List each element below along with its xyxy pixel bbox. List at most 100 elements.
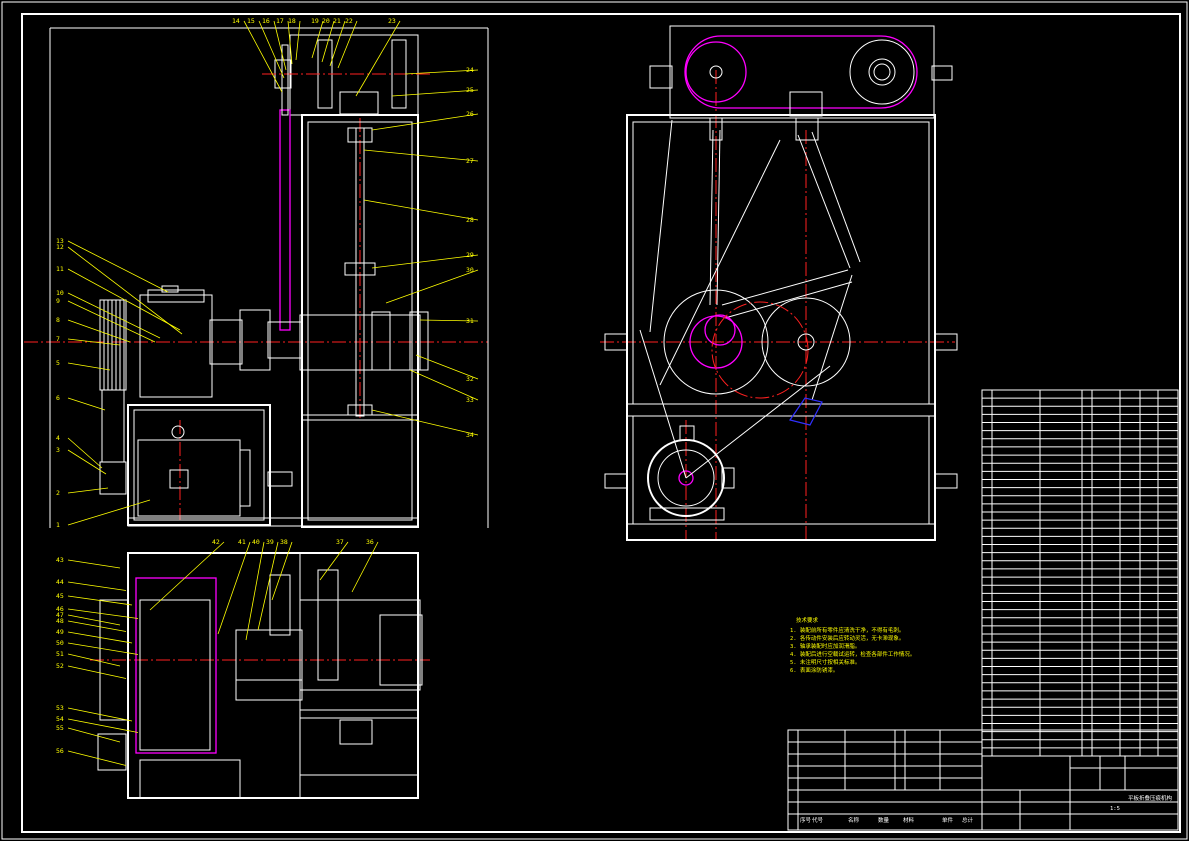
callout-number-4: 4 bbox=[56, 434, 60, 442]
notes-title: 技术要求 bbox=[796, 616, 819, 624]
callout-number-32: 32 bbox=[466, 375, 474, 383]
callout-number-29: 29 bbox=[466, 251, 474, 259]
callout-leader bbox=[271, 541, 293, 601]
callout-leader bbox=[295, 20, 301, 61]
callout-number-8: 8 bbox=[56, 316, 60, 324]
callout-number-22: 22 bbox=[345, 17, 353, 25]
callout-number-51: 51 bbox=[56, 650, 64, 658]
callout-number-26: 26 bbox=[466, 110, 474, 118]
callout-leader bbox=[67, 727, 121, 743]
callout-leader bbox=[67, 750, 127, 766]
callout-number-56: 56 bbox=[56, 747, 64, 755]
callout-number-55: 55 bbox=[56, 724, 64, 732]
callout-number-5: 5 bbox=[56, 359, 60, 367]
callout-number-39: 39 bbox=[266, 538, 274, 546]
callout-number-44: 44 bbox=[56, 578, 64, 586]
callout-number-53: 53 bbox=[56, 704, 64, 712]
callout-leader bbox=[67, 559, 121, 569]
callout-number-45: 45 bbox=[56, 592, 64, 600]
callout-number-23: 23 bbox=[388, 17, 396, 25]
callout-number-21: 21 bbox=[333, 17, 341, 25]
technical-notes: 技术要求 1. 装配前所有零件应清洗干净，不得有毛刺。 2. 各传动件安装后应转… bbox=[790, 616, 915, 674]
callout-number-7: 7 bbox=[56, 335, 60, 343]
notes-line: 2. 各传动件安装后应转动灵活，无卡滞现象。 bbox=[790, 634, 904, 642]
callout-leader bbox=[319, 541, 349, 581]
callout-number-10: 10 bbox=[56, 289, 64, 297]
callout-leader bbox=[363, 199, 479, 221]
title-header-total: 总计 bbox=[962, 816, 974, 824]
parts-list-table bbox=[981, 389, 1179, 757]
callout-number-9: 9 bbox=[56, 297, 60, 305]
callout-number-6: 6 bbox=[56, 394, 60, 402]
callout-number-31: 31 bbox=[466, 317, 474, 325]
callout-number-33: 33 bbox=[466, 396, 474, 404]
callout-number-24: 24 bbox=[466, 66, 474, 74]
callout-number-11: 11 bbox=[56, 265, 64, 273]
title-header-qty: 数量 bbox=[878, 816, 890, 824]
callout-number-27: 27 bbox=[466, 157, 474, 165]
front-view bbox=[24, 27, 489, 528]
callout-leader bbox=[67, 620, 127, 632]
title-header-seq: 序号 bbox=[800, 816, 812, 824]
callout-leader bbox=[67, 487, 109, 494]
callout-number-36: 36 bbox=[366, 538, 374, 546]
callout-leader bbox=[67, 240, 169, 293]
notes-line: 1. 装配前所有零件应清洗干净，不得有毛刺。 bbox=[790, 626, 904, 634]
callout-number-54: 54 bbox=[56, 715, 64, 723]
callout-leader bbox=[257, 541, 279, 631]
callout-number-16: 16 bbox=[262, 17, 270, 25]
callout-number-25: 25 bbox=[466, 86, 474, 94]
plan-view bbox=[90, 552, 430, 799]
drawing-name: 平板折叠压痕机构 bbox=[1128, 794, 1173, 802]
callout-leader bbox=[355, 20, 401, 97]
callout-leader bbox=[67, 319, 131, 343]
callout-number-1: 1 bbox=[56, 521, 60, 529]
callout-number-50: 50 bbox=[56, 639, 64, 647]
side-view bbox=[600, 25, 958, 541]
callout-number-18: 18 bbox=[288, 17, 296, 25]
scale-label: 1:5 bbox=[1110, 806, 1120, 812]
callout-number-34: 34 bbox=[466, 431, 474, 439]
callout-leader bbox=[371, 254, 479, 269]
title-header-material: 材料 bbox=[903, 816, 915, 824]
callout-leader bbox=[217, 541, 251, 635]
callout-number-38: 38 bbox=[280, 538, 288, 546]
callout-number-43: 43 bbox=[56, 556, 64, 564]
notes-line: 3. 轴承装配时应加润滑脂。 bbox=[790, 642, 860, 650]
notes-line: 5. 未注明尺寸按相关标准。 bbox=[790, 658, 860, 666]
callout-number-19: 19 bbox=[311, 17, 319, 25]
callout-number-41: 41 bbox=[238, 538, 246, 546]
callout-number-28: 28 bbox=[466, 216, 474, 224]
callout-leader bbox=[245, 541, 265, 641]
callout-number-49: 49 bbox=[56, 628, 64, 636]
callout-number-48: 48 bbox=[56, 617, 64, 625]
callout-leader bbox=[363, 149, 479, 162]
callout-number-20: 20 bbox=[322, 17, 330, 25]
callout-number-52: 52 bbox=[56, 662, 64, 670]
callout-leader bbox=[371, 409, 479, 436]
callout-number-30: 30 bbox=[466, 266, 474, 274]
part-callouts: 14 15 16 17 18 19 20 21 22 2313121110987564321242… bbox=[56, 17, 479, 766]
title-header-name: 名称 bbox=[848, 816, 860, 824]
assembly-drawing-sheet: 序号 代号 名称 数量 材料 单件 总计 1:5 平板折叠压痕机构 技术要求 1… bbox=[1, 1, 1188, 840]
callout-number-40: 40 bbox=[252, 538, 260, 546]
callout-leader bbox=[67, 397, 106, 411]
callout-number-15: 15 bbox=[247, 17, 255, 25]
notes-line: 6. 表面涂防锈漆。 bbox=[790, 666, 838, 674]
callout-leader bbox=[67, 614, 121, 626]
callout-number-2: 2 bbox=[56, 489, 60, 497]
callout-number-42: 42 bbox=[212, 538, 220, 546]
callout-number-37: 37 bbox=[336, 538, 344, 546]
callout-leader bbox=[258, 20, 285, 79]
title-header-unit: 单件 bbox=[942, 816, 954, 824]
callout-number-12: 12 bbox=[56, 243, 64, 251]
notes-line: 4. 装配后进行空载试运转，检查各部件工作情况。 bbox=[790, 650, 915, 658]
callout-leader bbox=[351, 541, 379, 593]
callout-leader bbox=[67, 665, 127, 679]
callout-number-14: 14 bbox=[232, 17, 240, 25]
title-header-code: 代号 bbox=[812, 816, 824, 824]
callout-leader bbox=[67, 581, 127, 591]
callout-number-17: 17 bbox=[276, 17, 284, 25]
callout-leader bbox=[385, 269, 479, 304]
callout-number-3: 3 bbox=[56, 446, 60, 454]
